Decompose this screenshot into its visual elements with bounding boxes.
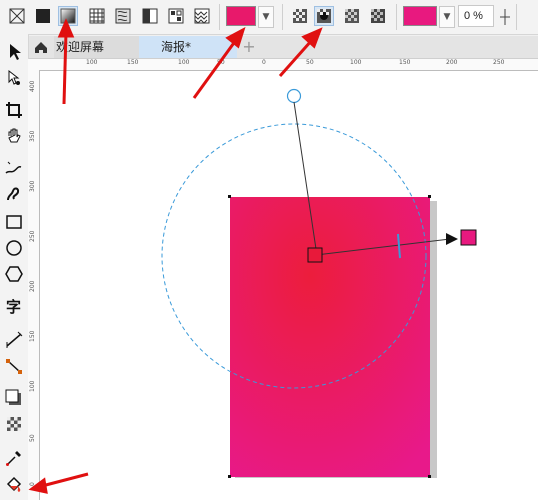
separator	[516, 4, 517, 30]
transparency-input[interactable]: 0 %	[458, 5, 494, 27]
pan-tool-icon[interactable]	[4, 126, 24, 146]
vertical-ruler: 400 350 300 250 200 150 100 50 0	[28, 70, 40, 500]
document-tabs: 欢迎屏幕 海报* +	[28, 36, 538, 59]
spin-control-icon[interactable]	[497, 7, 513, 27]
ruler-label: 400	[29, 80, 36, 92]
dimension-tool-icon[interactable]	[4, 330, 24, 350]
elliptical-fountain-icon[interactable]	[314, 6, 334, 26]
svg-text:字: 字	[6, 298, 21, 316]
ruler-label: 250	[493, 59, 505, 66]
fill-color-dropdown[interactable]: ▼	[258, 6, 274, 28]
tab-poster[interactable]: 海报*	[139, 36, 237, 58]
gradient-rectangle[interactable]	[230, 197, 430, 477]
freehand-tool-icon[interactable]	[4, 158, 24, 178]
separator	[282, 4, 283, 30]
node-color-swatch[interactable]	[403, 6, 437, 26]
texture-fill-icon[interactable]	[113, 6, 133, 26]
interactive-fill-tool-icon[interactable]	[4, 474, 24, 494]
linear-fountain-icon[interactable]	[290, 6, 310, 26]
add-tab-button[interactable]: +	[239, 36, 259, 58]
ellipse-tool-icon[interactable]	[4, 238, 24, 258]
ruler-label: 150	[127, 59, 139, 66]
connector-tool-icon[interactable]	[4, 356, 24, 376]
ruler-label: 100	[86, 59, 98, 66]
two-color-pattern-icon[interactable]	[140, 6, 160, 26]
no-fill-icon[interactable]	[7, 6, 27, 26]
ruler-label: 200	[29, 280, 36, 292]
eyedropper-tool-icon[interactable]	[4, 448, 24, 468]
separator	[396, 4, 397, 30]
ruler-label: 200	[446, 59, 458, 66]
text-tool-icon[interactable]: 字	[4, 296, 24, 316]
transparency-tool-icon[interactable]	[4, 414, 24, 434]
selection-handle[interactable]	[228, 195, 231, 198]
ruler-label: 150	[399, 59, 411, 66]
crop-tool-icon[interactable]	[4, 100, 24, 120]
gradient-rotation-handle[interactable]	[286, 88, 302, 104]
horizontal-ruler: 100 150 100 50 0 50 100 150 200 250	[28, 59, 538, 71]
toolbox: 字	[0, 34, 29, 500]
ruler-label: 0	[262, 59, 266, 66]
ruler-label: 100	[178, 59, 190, 66]
ruler-label: 50	[217, 59, 225, 66]
pick-tool-icon[interactable]	[4, 42, 24, 62]
selection-handle[interactable]	[428, 195, 431, 198]
bitmap-pattern-icon[interactable]	[192, 6, 212, 26]
fill-color-chip	[227, 7, 255, 25]
fill-color-swatch[interactable]	[226, 6, 256, 26]
conical-fountain-icon[interactable]	[342, 6, 362, 26]
artistic-media-icon[interactable]	[4, 184, 24, 204]
node-color-dropdown[interactable]: ▼	[439, 6, 455, 28]
rectangle-tool-icon[interactable]	[4, 212, 24, 232]
postscript-fill-icon[interactable]	[166, 6, 186, 26]
drop-shadow-tool-icon[interactable]	[4, 388, 24, 408]
polygon-tool-icon[interactable]	[4, 264, 24, 284]
home-icon[interactable]	[28, 36, 54, 58]
gradient-start-node[interactable]	[307, 247, 323, 263]
ruler-label: 300	[29, 180, 36, 192]
ruler-label: 0	[29, 482, 36, 486]
ruler-label: 150	[29, 330, 36, 342]
ruler-label: 250	[29, 230, 36, 242]
selection-handle[interactable]	[228, 475, 231, 478]
fountain-fill-icon[interactable]	[58, 6, 78, 26]
shape-tool-icon[interactable]	[4, 68, 24, 88]
property-bar: ▼ ▼ 0 %	[0, 0, 538, 35]
rectangular-fountain-icon[interactable]	[368, 6, 388, 26]
pattern-fill-icon[interactable]	[87, 6, 107, 26]
selection-handle[interactable]	[428, 475, 431, 478]
gradient-end-node[interactable]	[460, 229, 477, 246]
node-color-chip	[404, 7, 436, 25]
ruler-label: 100	[350, 59, 362, 66]
ruler-label: 50	[29, 434, 36, 442]
ruler-label: 100	[29, 380, 36, 392]
arrow-head-icon	[446, 233, 458, 245]
drawing-canvas[interactable]	[40, 71, 538, 500]
uniform-fill-icon[interactable]	[33, 6, 53, 26]
ruler-label: 50	[306, 59, 314, 66]
ruler-label: 350	[29, 130, 36, 142]
separator	[219, 4, 220, 30]
